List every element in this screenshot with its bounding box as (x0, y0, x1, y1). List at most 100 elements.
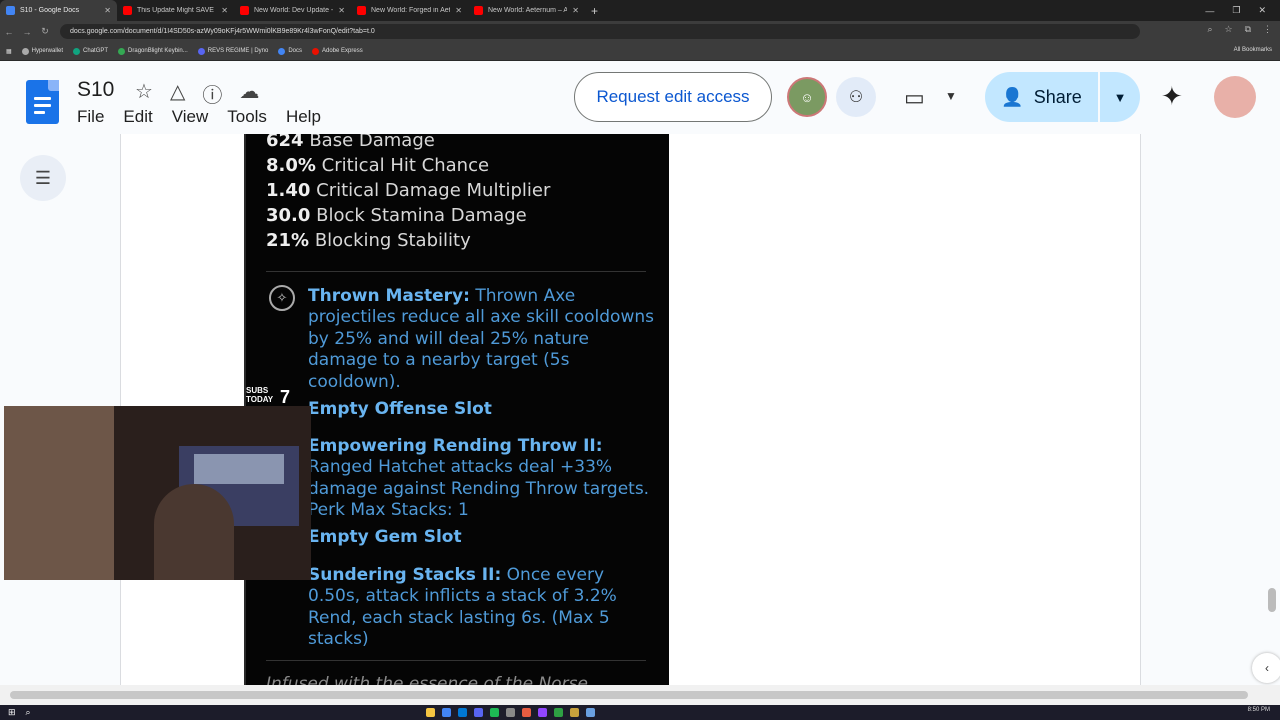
menu-view[interactable]: View (172, 107, 209, 127)
star-icon[interactable]: ☆ (135, 79, 153, 108)
bookmark-item[interactable]: Docs (278, 47, 302, 55)
flavor-text: Infused with the essence of the Norse (266, 674, 588, 685)
perk-name: Thrown Mastery: (308, 286, 470, 306)
taskbar-apps (426, 708, 595, 717)
youtube-favicon-icon (474, 6, 483, 15)
menu-bar: File Edit View Tools Help (77, 107, 321, 127)
stat-label: Critical Hit Chance (321, 155, 490, 176)
bookmark-icon (312, 47, 319, 55)
close-window-icon[interactable]: ✕ (1258, 5, 1266, 16)
close-tab-icon[interactable]: ✕ (455, 6, 462, 15)
collaborator-avatar[interactable]: ☺ (787, 77, 827, 117)
close-tab-icon[interactable]: ✕ (221, 6, 228, 15)
title-actions: ☆ △ ⓘ ☁ (135, 79, 259, 108)
close-tab-icon[interactable]: ✕ (338, 6, 345, 15)
close-tab-icon[interactable]: ✕ (104, 6, 111, 15)
start-menu-icon[interactable]: ⊞ (8, 707, 16, 718)
present-to-meeting-icon[interactable]: ⚇ (836, 77, 876, 117)
gemini-sparkle-icon[interactable]: ✦ (1161, 81, 1183, 112)
browser-tab[interactable]: This Update Might SAVE New W ✕ (117, 0, 234, 21)
stat-value: 21% (266, 230, 310, 251)
menu-file[interactable]: File (77, 107, 104, 127)
tab-title: New World: Dev Update - Octo (254, 7, 334, 14)
stat-line: 21% Blocking Stability (266, 230, 471, 251)
chevron-down-icon[interactable]: ▼ (945, 89, 957, 103)
account-avatar[interactable] (1214, 76, 1256, 118)
bookmark-item[interactable]: Hyperwallet (21, 47, 64, 55)
app-icon[interactable] (570, 708, 579, 717)
twitch-icon[interactable] (538, 708, 547, 717)
maximize-icon[interactable]: ❐ (1232, 5, 1240, 16)
cloud-status-icon[interactable]: ☁ (239, 79, 259, 108)
perk-thrown-mastery: Thrown Mastery: Thrown Axe projectiles r… (308, 286, 658, 393)
stat-value: 30.0 (266, 205, 311, 226)
menu-edit[interactable]: Edit (123, 107, 152, 127)
vertical-scrollbar[interactable] (1268, 588, 1276, 612)
menu-tools[interactable]: Tools (227, 107, 267, 127)
perk-name: Empty Offense Slot (308, 399, 492, 419)
document-outline-icon[interactable]: ☰ (20, 155, 66, 201)
settings-icon[interactable] (506, 708, 515, 717)
bookmark-label: ChatGPT (83, 48, 109, 54)
request-edit-access-button[interactable]: Request edit access (574, 72, 772, 122)
browser-tab[interactable]: New World: Aeternum – Annou ✕ (468, 0, 585, 21)
stat-line: 1.40 Critical Damage Multiplier (266, 180, 550, 201)
stat-line: 624 Base Damage (266, 134, 435, 151)
info-icon[interactable]: ⓘ (202, 79, 222, 108)
new-tab-button[interactable]: + (591, 4, 598, 18)
bookmark-item[interactable]: Adobe Express (312, 47, 363, 55)
bookmark-label: Adobe Express (322, 48, 363, 54)
docs-logo-icon[interactable] (26, 80, 59, 124)
apps-grid-icon[interactable]: ▦ (6, 48, 12, 55)
url-field[interactable]: docs.google.com/document/d/1I4SD50s-azWy… (60, 24, 1140, 39)
window-controls: — ❐ ✕ (1205, 0, 1280, 21)
bookmark-item[interactable]: REVS REGIME | Dyno (197, 47, 269, 55)
discord-icon[interactable] (474, 708, 483, 717)
menu-icon[interactable]: ⋮ (1263, 24, 1272, 35)
browser-tab[interactable]: New World: Dev Update - Octo ✕ (234, 0, 351, 21)
spotify-icon[interactable] (490, 708, 499, 717)
perk-compass-icon: ✧ (269, 285, 295, 311)
move-to-drive-icon[interactable]: △ (170, 79, 185, 108)
bookmark-star-icon[interactable]: ☆ (1224, 24, 1232, 35)
forward-icon[interactable]: → (18, 27, 36, 37)
bookmark-label: Hyperwallet (31, 48, 64, 54)
file-explorer-icon[interactable] (426, 708, 435, 717)
subs-label-line: SUBS (246, 386, 269, 395)
browser-tab[interactable]: S10 - Google Docs ✕ (0, 0, 117, 21)
minimize-icon[interactable]: — (1205, 6, 1214, 16)
share-label: Share (1033, 86, 1082, 107)
bookmark-item[interactable]: DragonBlight Keybin... (118, 47, 188, 55)
bookmark-label: REVS REGIME | Dyno (207, 48, 269, 54)
extensions-icon[interactable]: ⧉ (1245, 24, 1251, 35)
perk-empty-gem: Empty Gem Slot (308, 527, 658, 548)
bookmark-icon (21, 47, 29, 55)
side-panel-chevron-icon[interactable]: ‹ (1252, 653, 1280, 683)
chrome-icon[interactable] (442, 708, 451, 717)
obs-icon[interactable] (522, 708, 531, 717)
browser-tab-bar: S10 - Google Docs ✕ This Update Might SA… (0, 0, 1280, 21)
reload-icon[interactable]: ↻ (36, 26, 54, 37)
bookmark-item[interactable]: ChatGPT (73, 47, 109, 55)
document-title[interactable]: S10 (77, 78, 114, 102)
close-tab-icon[interactable]: ✕ (572, 6, 579, 15)
system-clock[interactable]: 8:50 PM (1248, 707, 1270, 713)
back-icon[interactable]: ← (0, 27, 18, 37)
horizontal-scrollbar[interactable] (10, 691, 1248, 699)
stat-label: Critical Damage Multiplier (316, 180, 551, 201)
people-icon: 👤 (1001, 86, 1024, 107)
share-button[interactable]: 👤 Share (985, 72, 1098, 122)
search-icon[interactable]: ⌕ (26, 707, 31, 718)
browser-tab[interactable]: New World: Forged in Aeternum ✕ (351, 0, 468, 21)
all-bookmarks[interactable]: All Bookmarks (1234, 47, 1272, 53)
url-text: docs.google.com/document/d/1I4SD50s-azWy… (70, 28, 375, 35)
zoom-icon[interactable]: ⌕ (1207, 24, 1212, 35)
tab-title: S10 - Google Docs (20, 7, 80, 14)
share-options-chevron-icon[interactable]: ▼ (1100, 72, 1140, 122)
edge-icon[interactable] (458, 708, 467, 717)
app-icon[interactable] (586, 708, 595, 717)
menu-help[interactable]: Help (286, 107, 321, 127)
video-call-icon[interactable]: ▭ (904, 85, 925, 111)
divider (266, 271, 646, 272)
app-icon[interactable] (554, 708, 563, 717)
